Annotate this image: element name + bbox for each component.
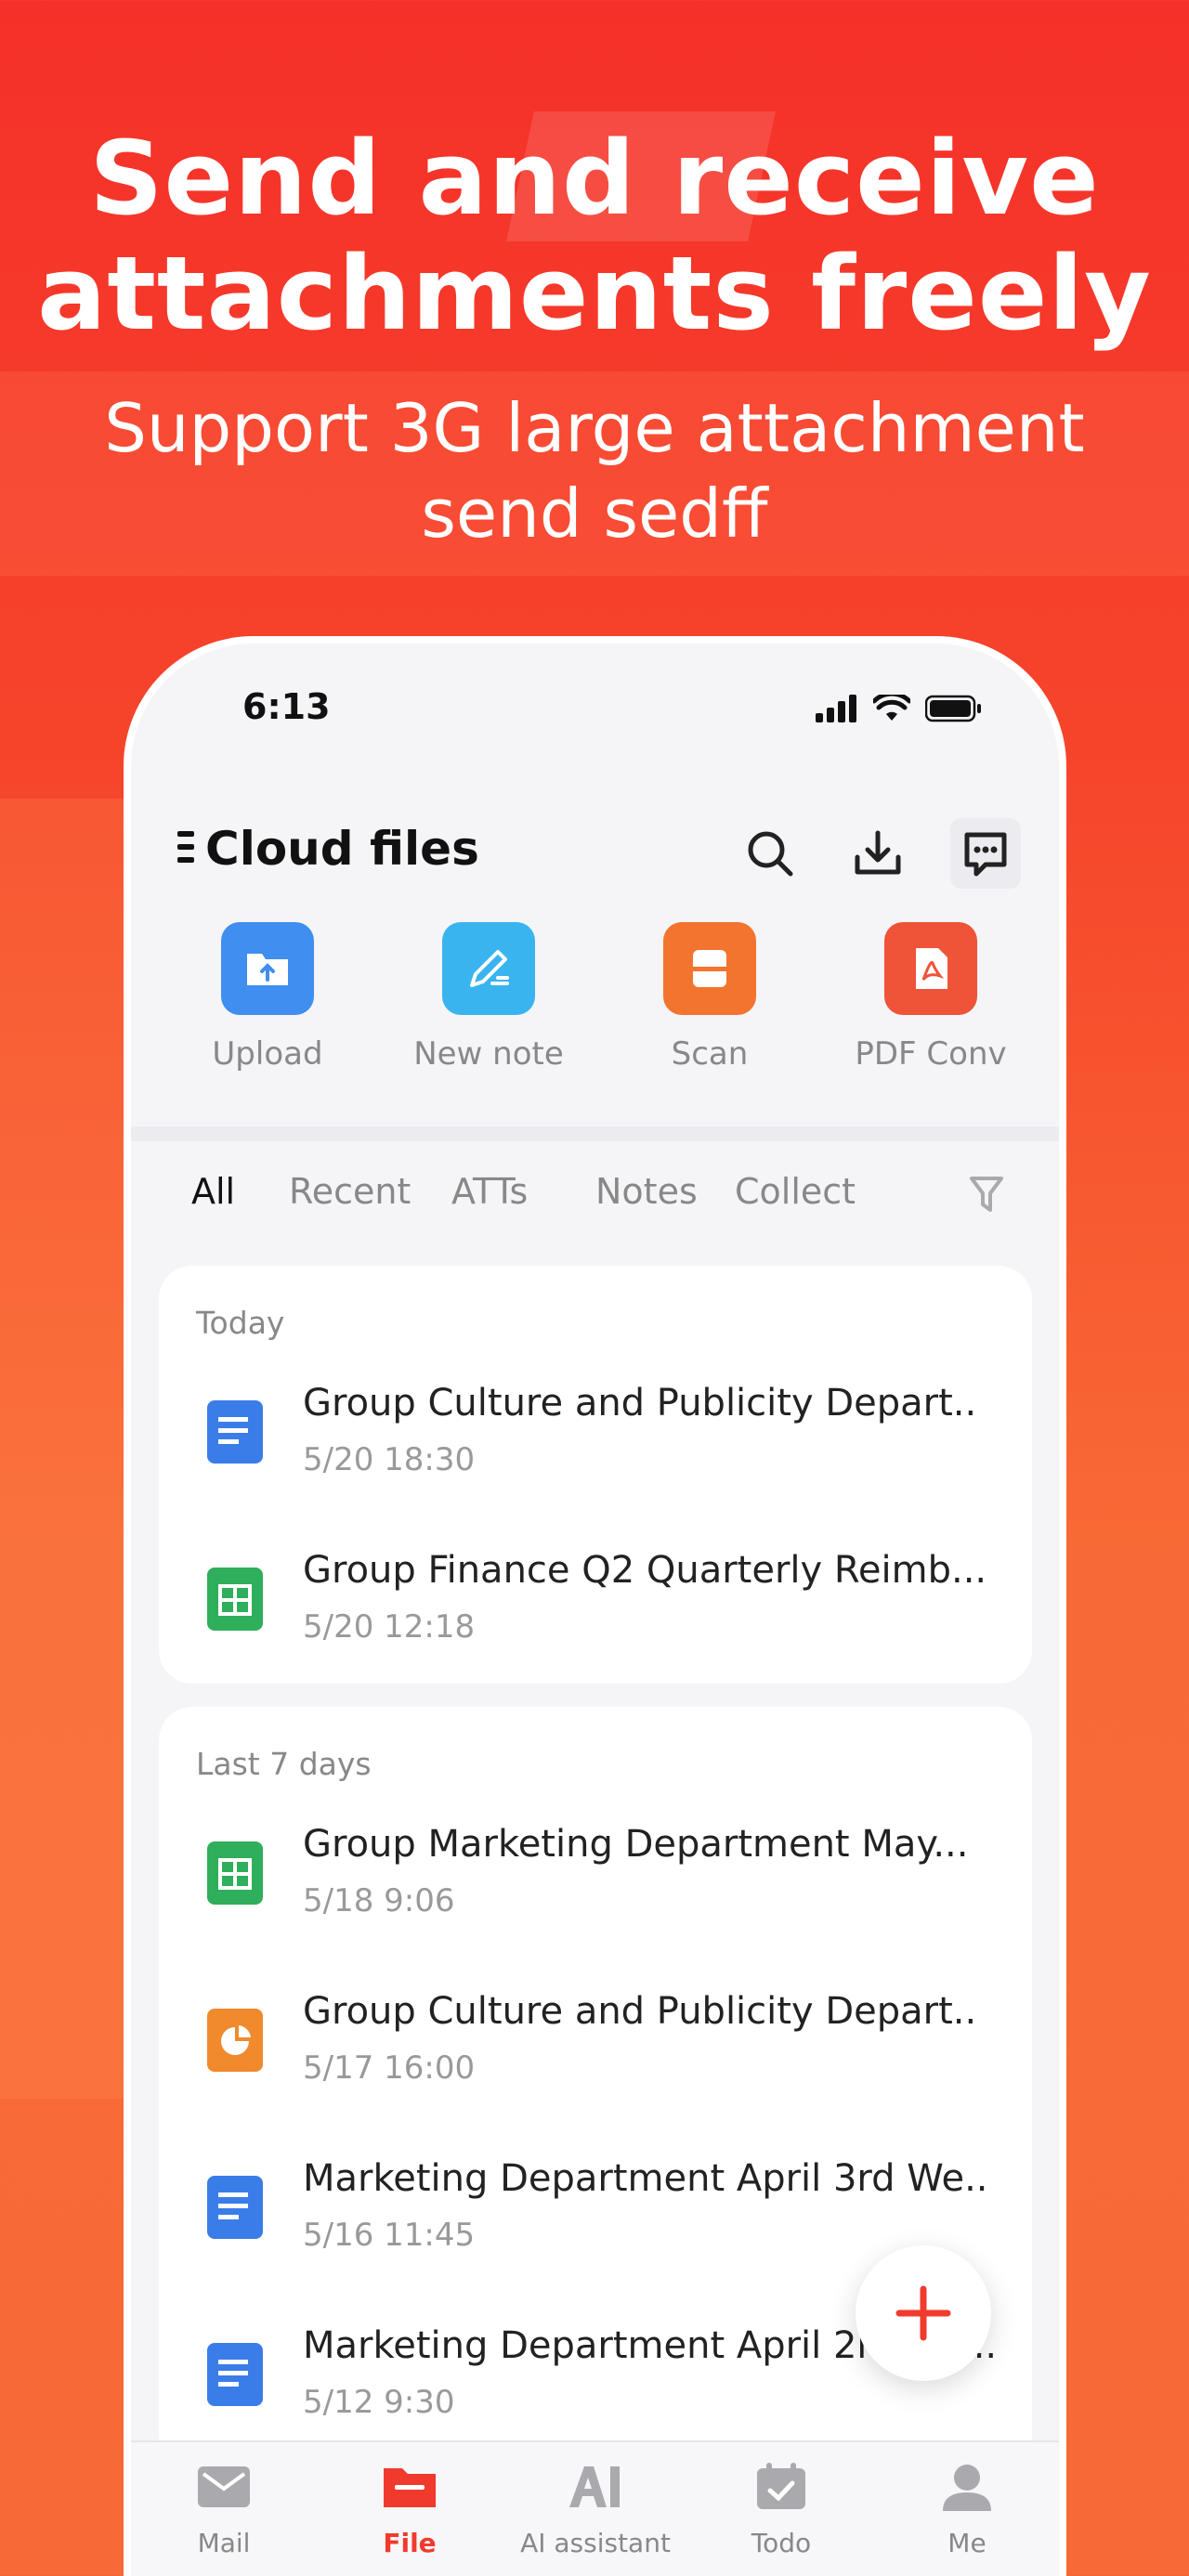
file-date: 5/20 18:30: [303, 1441, 476, 1478]
filter-tabs: All Recent ATTs Notes Collect: [131, 1141, 1059, 1243]
file-name: Group Culture and Publicity Depart..: [303, 1382, 977, 1425]
tab-label: Me: [947, 2528, 986, 2558]
filter-button[interactable]: [968, 1175, 1005, 1219]
folder-icon: [384, 2468, 436, 2507]
search-icon: [748, 831, 793, 877]
new-note-action[interactable]: New note: [396, 922, 581, 1073]
background-stripe: [0, 799, 130, 2099]
file-date: 5/18 9:06: [303, 1882, 455, 1919]
status-time: 6:13: [242, 686, 331, 727]
mail-icon: [198, 2466, 250, 2507]
upload-label: Upload: [212, 1035, 323, 1073]
last-7-days-card: Last 7 days Group Marketing Department M…: [159, 1707, 1032, 2543]
message-button[interactable]: [950, 818, 1021, 889]
sheet-icon: [207, 1568, 263, 1631]
quick-actions: Upload New note Scan PDF Conv: [131, 922, 1059, 1108]
bottom-tab-bar: Mail File AI assistant Todo Me: [131, 2440, 1059, 2576]
file-name: Marketing Department April 3rd We..: [303, 2157, 988, 2200]
tab-label: Mail: [197, 2528, 251, 2558]
section-label-last-7-days: Last 7 days: [196, 1746, 372, 1782]
wifi-icon: [873, 695, 910, 721]
tab-label: AI assistant: [520, 2528, 671, 2558]
file-name: Group Culture and Publicity Depart..: [303, 1990, 977, 2033]
tab-mail[interactable]: Mail: [131, 2461, 317, 2558]
upload-icon: [221, 922, 314, 1015]
pen-icon: [442, 922, 535, 1015]
status-bar: 6:13: [131, 644, 1059, 783]
plus-icon: [895, 2285, 951, 2341]
pdf-icon: [884, 922, 977, 1015]
tab-collect[interactable]: Collect: [735, 1171, 856, 1212]
tab-ai-assistant[interactable]: AI assistant: [503, 2461, 688, 2558]
filter-icon: [970, 1177, 1003, 1212]
pdf-conv-action[interactable]: PDF Conv: [838, 922, 1024, 1073]
file-row[interactable]: Group Culture and Publicity Depart.. 5/2…: [159, 1363, 1032, 1503]
file-date: 5/20 12:18: [303, 1608, 476, 1646]
tab-atts[interactable]: ATTs: [451, 1171, 528, 1212]
page-title: Cloud files: [205, 822, 479, 876]
signal-icon: [816, 695, 856, 722]
phone-frame: 6:13 Cloud files Upload New note Scan PD…: [124, 636, 1066, 2576]
scan-label: Scan: [671, 1035, 749, 1073]
file-date: 5/16 11:45: [303, 2217, 476, 2254]
tab-file[interactable]: File: [317, 2461, 503, 2558]
file-name: Group Finance Q2 Quarterly Reimb...: [303, 1549, 987, 1592]
message-icon: [964, 832, 1007, 877]
app-header: Cloud files: [131, 783, 1059, 913]
hero-subtitle: Support 3G large attachment send sedff: [104, 389, 1085, 553]
tab-label: File: [383, 2528, 437, 2558]
section-label-today: Today: [196, 1305, 285, 1341]
today-card: Today Group Culture and Publicity Depart…: [159, 1266, 1032, 1684]
download-button[interactable]: [843, 818, 913, 889]
search-button[interactable]: [735, 818, 805, 889]
hero-title: Send and receive attachments freely: [37, 119, 1152, 353]
tab-all[interactable]: All: [191, 1171, 235, 1212]
file-date: 5/17 16:00: [303, 2049, 476, 2087]
file-row[interactable]: Group Marketing Department May... 5/18 9…: [159, 1804, 1032, 1944]
section-divider: [131, 1126, 1059, 1141]
tab-notes[interactable]: Notes: [595, 1171, 698, 1212]
scan-action[interactable]: Scan: [617, 922, 803, 1073]
new-note-label: New note: [413, 1035, 564, 1073]
scan-icon: [663, 922, 756, 1015]
upload-action[interactable]: Upload: [175, 922, 360, 1073]
tab-me[interactable]: Me: [874, 2461, 1059, 2558]
download-icon: [855, 830, 901, 875]
sheet-icon: [207, 1841, 263, 1905]
tab-todo[interactable]: Todo: [688, 2461, 874, 2558]
slides-icon: [207, 2009, 263, 2072]
person-icon: [943, 2465, 991, 2511]
add-button[interactable]: [856, 2245, 991, 2381]
file-row[interactable]: Group Finance Q2 Quarterly Reimb... 5/20…: [159, 1530, 1032, 1670]
ai-icon: [569, 2466, 620, 2507]
todo-icon: [757, 2463, 805, 2509]
tab-label: Todo: [751, 2528, 812, 2558]
doc-icon: [207, 2343, 263, 2406]
menu-icon[interactable]: [177, 831, 194, 868]
pdf-conv-label: PDF Conv: [855, 1035, 1007, 1073]
doc-icon: [207, 2176, 263, 2239]
file-name: Group Marketing Department May...: [303, 1823, 969, 1866]
tab-recent[interactable]: Recent: [289, 1171, 411, 1212]
battery-icon: [925, 695, 981, 722]
doc-icon: [207, 1400, 263, 1464]
file-date: 5/12 9:30: [303, 2384, 455, 2421]
file-row[interactable]: Group Culture and Publicity Depart.. 5/1…: [159, 1971, 1032, 2111]
